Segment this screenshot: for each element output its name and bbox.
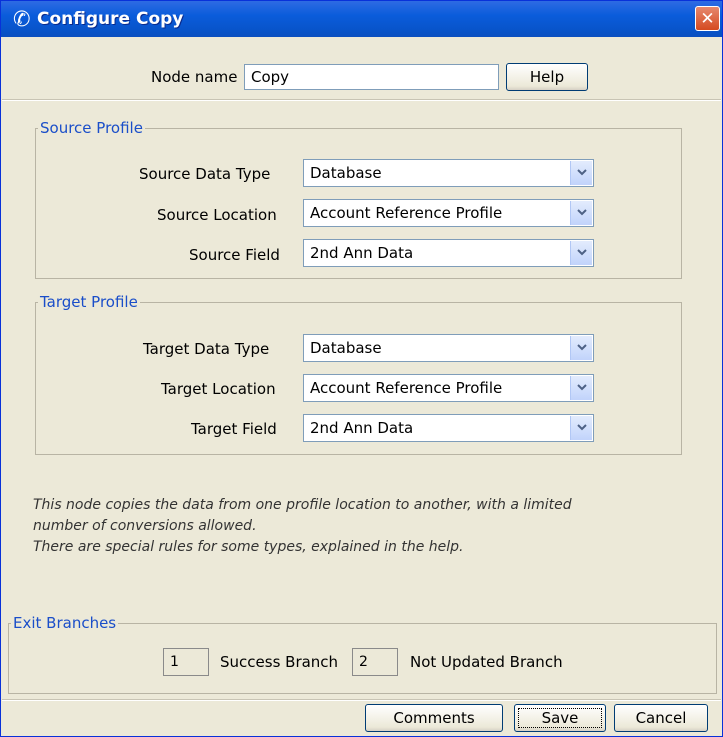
exit-branches-legend: Exit Branches bbox=[13, 614, 117, 632]
not-updated-branch-number-text: 2 bbox=[359, 654, 368, 670]
target-field-select[interactable]: 2nd Ann Data bbox=[303, 414, 594, 442]
target-location-select[interactable]: Account Reference Profile bbox=[303, 374, 594, 402]
target-data-type-label: Target Data Type bbox=[143, 340, 270, 358]
chevron-down-icon[interactable] bbox=[570, 376, 592, 400]
footer-separator bbox=[2, 699, 721, 701]
chevron-down-icon[interactable] bbox=[570, 241, 592, 265]
dialog-window: ✆ Configure Copy ✕ Node name Copy Help S… bbox=[0, 0, 723, 737]
comments-button[interactable]: Comments bbox=[365, 704, 503, 732]
header-separator bbox=[2, 99, 721, 101]
cancel-button[interactable]: Cancel bbox=[614, 704, 708, 732]
target-field-value: 2nd Ann Data bbox=[310, 419, 414, 437]
not-updated-branch-label: Not Updated Branch bbox=[410, 653, 563, 671]
target-data-type-value: Database bbox=[310, 339, 382, 357]
node-name-label: Node name bbox=[151, 68, 238, 86]
save-button[interactable]: Save bbox=[514, 704, 606, 732]
target-profile-legend: Target Profile bbox=[40, 293, 138, 311]
chevron-down-icon[interactable] bbox=[570, 336, 592, 360]
target-location-label: Target Location bbox=[161, 380, 276, 398]
info-line-1: This node copies the data from one profi… bbox=[33, 497, 572, 513]
success-branch-number-text: 1 bbox=[170, 654, 179, 670]
source-location-label: Source Location bbox=[157, 206, 277, 224]
not-updated-branch-number: 2 bbox=[352, 648, 398, 676]
window-title: Configure Copy bbox=[37, 9, 184, 29]
source-profile-legend: Source Profile bbox=[40, 119, 143, 137]
source-data-type-value: Database bbox=[310, 164, 382, 182]
target-data-type-select[interactable]: Database bbox=[303, 334, 594, 362]
success-branch-number: 1 bbox=[163, 648, 209, 676]
chevron-down-icon[interactable] bbox=[570, 161, 592, 185]
target-field-label: Target Field bbox=[191, 420, 277, 438]
close-button[interactable]: ✕ bbox=[695, 6, 720, 31]
source-location-select[interactable]: Account Reference Profile bbox=[303, 199, 594, 227]
chevron-down-icon[interactable] bbox=[570, 416, 592, 440]
node-name-input[interactable]: Copy bbox=[244, 64, 499, 90]
success-branch-label: Success Branch bbox=[220, 653, 339, 671]
node-name-value: Copy bbox=[251, 68, 290, 86]
info-text: This node copies the data from one profi… bbox=[33, 495, 693, 558]
source-field-select[interactable]: 2nd Ann Data bbox=[303, 239, 594, 267]
chevron-down-icon[interactable] bbox=[570, 201, 592, 225]
source-location-value: Account Reference Profile bbox=[310, 204, 503, 222]
info-line-2: number of conversions allowed. bbox=[33, 518, 257, 534]
info-line-3: There are special rules for some types, … bbox=[33, 539, 464, 555]
help-button[interactable]: Help bbox=[506, 63, 588, 91]
title-bar[interactable]: ✆ Configure Copy ✕ bbox=[1, 1, 722, 37]
source-data-type-label: Source Data Type bbox=[139, 165, 271, 183]
target-location-value: Account Reference Profile bbox=[310, 379, 503, 397]
source-data-type-select[interactable]: Database bbox=[303, 159, 594, 187]
phone-handset-icon: ✆ bbox=[13, 7, 31, 31]
source-field-value: 2nd Ann Data bbox=[310, 244, 414, 262]
close-icon: ✕ bbox=[700, 9, 715, 29]
source-field-label: Source Field bbox=[189, 246, 280, 264]
